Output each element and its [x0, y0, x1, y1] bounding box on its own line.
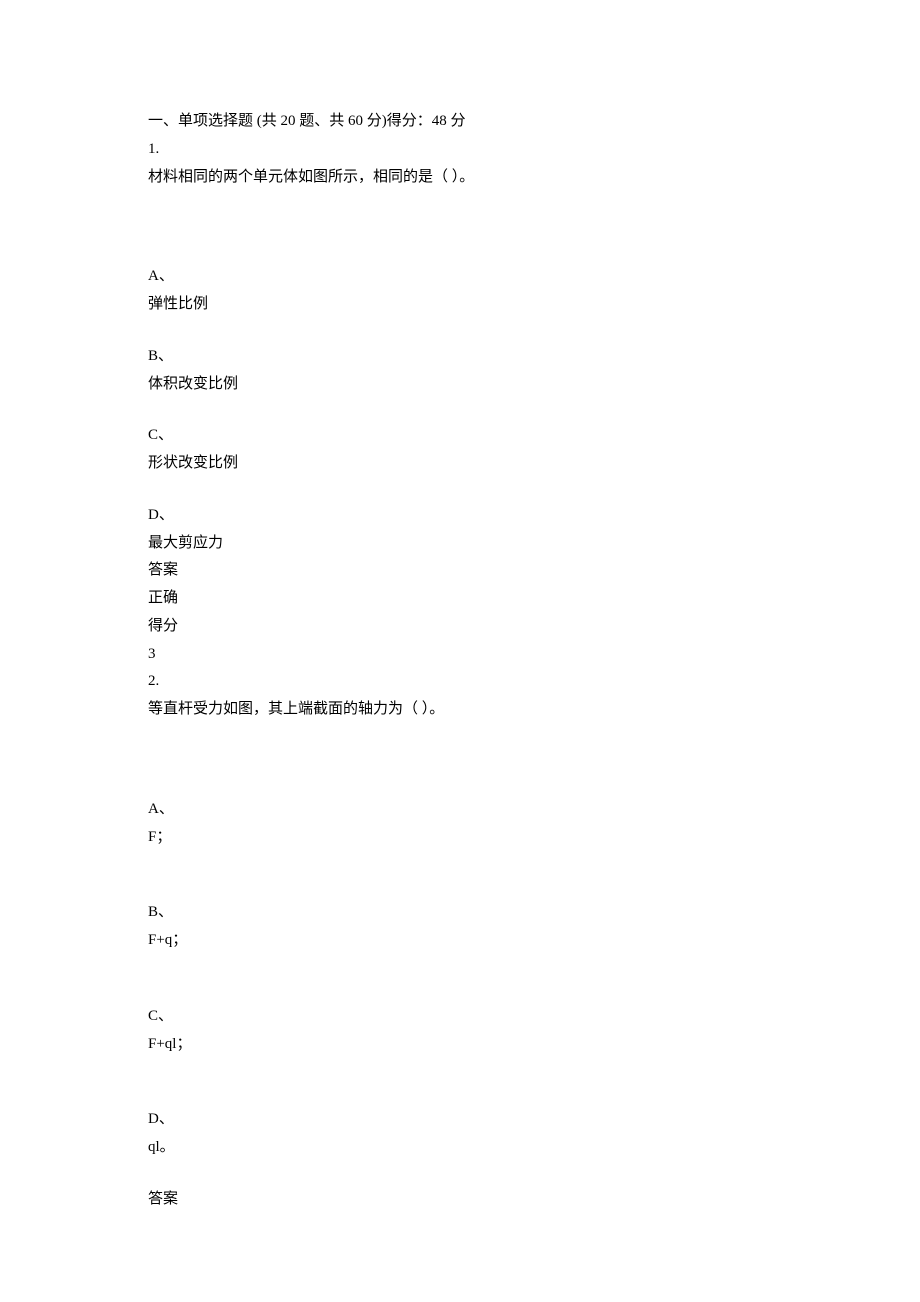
- option-b: B、 体积改变比例: [148, 343, 772, 399]
- section-header: 一、单项选择题 (共 20 题、共 60 分)得分：48 分: [148, 108, 772, 136]
- option-a: A、 F；: [148, 796, 772, 852]
- answer-label: 答案: [148, 557, 772, 585]
- question-number: 1.: [148, 136, 772, 164]
- option-label: A、: [148, 263, 772, 291]
- option-c: C、 F+ql；: [148, 1003, 772, 1059]
- option-label: D、: [148, 1106, 772, 1134]
- option-label: B、: [148, 343, 772, 371]
- question-number: 2.: [148, 668, 772, 696]
- option-label: A、: [148, 796, 772, 824]
- question-2: 2. 等直杆受力如图，其上端截面的轴力为（ ）。 A、 F； B、 F+q； C…: [148, 668, 772, 1213]
- option-text: ql。: [148, 1134, 772, 1162]
- answer-label-row: 答案: [148, 1186, 772, 1214]
- option-text: F+ql；: [148, 1031, 772, 1059]
- score-value: 3: [148, 641, 772, 669]
- option-text: F；: [148, 824, 772, 852]
- question-prompt: 等直杆受力如图，其上端截面的轴力为（ ）。: [148, 696, 772, 724]
- score-label: 得分: [148, 613, 772, 641]
- section-title: 一、单项选择题 (共 20 题、共 60 分)得分：48 分: [148, 113, 466, 129]
- answer-label: 答案: [148, 1186, 772, 1214]
- option-a: A、 弹性比例: [148, 263, 772, 319]
- option-label: C、: [148, 422, 772, 450]
- option-d: D、 最大剪应力: [148, 502, 772, 558]
- option-text: 形状改变比例: [148, 450, 772, 478]
- option-text: 弹性比例: [148, 291, 772, 319]
- option-b: B、 F+q；: [148, 899, 772, 955]
- option-text: 最大剪应力: [148, 530, 772, 558]
- option-text: F+q；: [148, 927, 772, 955]
- question-prompt: 材料相同的两个单元体如图所示，相同的是（ ）。: [148, 164, 772, 192]
- question-1: 1. 材料相同的两个单元体如图所示，相同的是（ ）。 A、 弹性比例 B、 体积…: [148, 136, 772, 669]
- option-c: C、 形状改变比例: [148, 422, 772, 478]
- option-text: 体积改变比例: [148, 371, 772, 399]
- option-label: C、: [148, 1003, 772, 1031]
- option-d: D、 ql。: [148, 1106, 772, 1162]
- answer-status: 正确: [148, 585, 772, 613]
- option-label: B、: [148, 899, 772, 927]
- option-label: D、: [148, 502, 772, 530]
